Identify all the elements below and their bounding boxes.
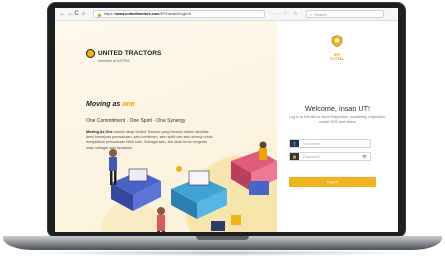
laptop-shadow — [20, 250, 425, 256]
ut-logo-mark-icon — [86, 49, 95, 58]
laptop-notch — [196, 236, 249, 240]
username-placeholder: Username — [303, 141, 321, 146]
search-placeholder: Search — [314, 11, 327, 17]
home-icon[interactable]: ⌂ — [80, 8, 87, 21]
welcome-subtitle: Log in to this site to report inspection… — [289, 115, 386, 124]
lock-icon: 🔒 — [97, 11, 102, 17]
app-logo: EPI POTTAL — [327, 34, 347, 61]
welcome-title: Welcome, Insan UT! — [305, 104, 370, 113]
united-tractors-logo: UNITED TRACTORS — [86, 49, 162, 58]
teamwork-illustration — [101, 141, 277, 232]
url-text: https://www.unitedtractors.com/EPinstall… — [103, 12, 191, 16]
shield-logo-icon — [331, 35, 343, 48]
screen: ← → C ⌂ 🔒 https://www.unitedtractors.com… — [55, 8, 398, 232]
show-password-icon[interactable]: 👁 — [362, 154, 367, 159]
user-icon: 👤 — [290, 140, 299, 147]
app-logo-label: EPI POTTAL — [330, 53, 344, 61]
browser-search-input[interactable]: ⌕ Search — [305, 10, 384, 18]
hero-panel: UNITED TRACTORS member of ASTRA Moving a… — [55, 21, 277, 232]
login-button[interactable]: Log In — [289, 177, 376, 187]
hero-title: Moving as one — [86, 101, 135, 108]
hero-values: One Commitment · One Spirit · One Synerg… — [86, 118, 186, 124]
brand-sub: member of ASTRA — [98, 59, 130, 63]
reload-icon[interactable]: C — [73, 8, 80, 21]
brand-name: UNITED TRACTORS — [98, 50, 162, 57]
browser-toolbar: ← → C ⌂ 🔒 https://www.unitedtractors.com… — [55, 8, 398, 21]
username-field[interactable]: 👤 Username — [289, 139, 371, 148]
search-icon: ⌕ — [309, 11, 312, 17]
back-icon[interactable]: ← — [59, 8, 66, 21]
password-field[interactable]: 🔒 Password 👁 — [289, 152, 371, 161]
login-panel: EPI POTTAL Welcome, Insan UT! Log in to … — [277, 21, 398, 232]
lock-icon: 🔒 — [290, 153, 299, 160]
forward-icon[interactable]: → — [66, 8, 73, 21]
page-actions-icons[interactable]: ··· ♡ ☆ — [269, 11, 300, 17]
address-bar[interactable]: 🔒 https://www.unitedtractors.com/EPinsta… — [93, 10, 265, 18]
password-placeholder: Password — [303, 154, 320, 159]
